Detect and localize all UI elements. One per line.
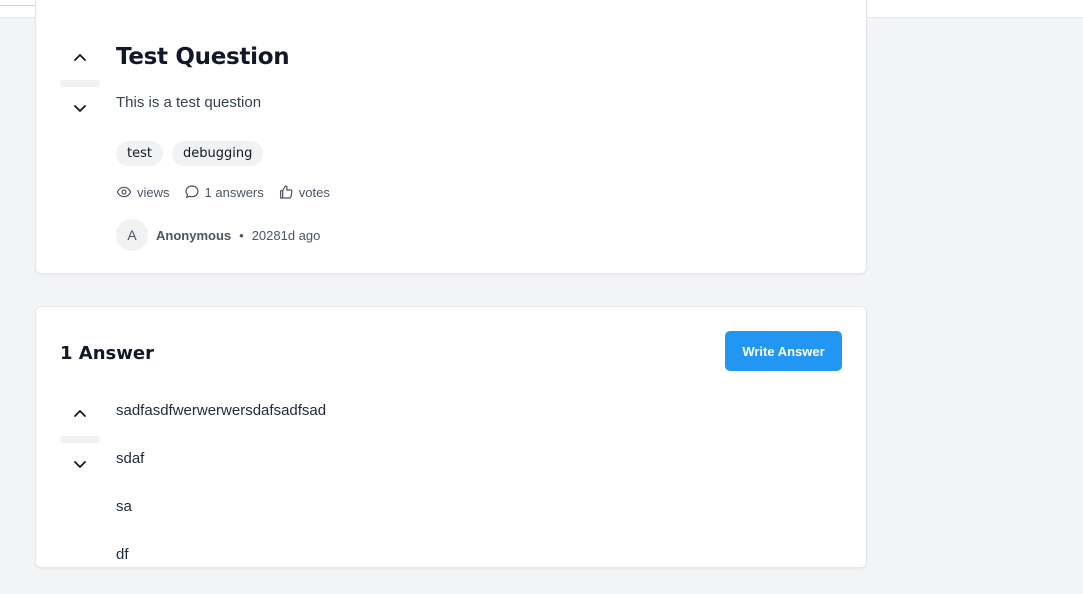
separator: • (239, 227, 244, 243)
post-time: 20281d ago (251, 227, 321, 243)
answer-line: sadfasdfwerwerwersdafsadfsad (116, 402, 327, 419)
vote-count (60, 436, 100, 443)
chevron-down-icon[interactable] (70, 455, 90, 475)
avatar[interactable]: A (116, 219, 148, 251)
answer-line: sa (116, 498, 132, 515)
question-card: Test Question This is a test question te… (35, 0, 867, 274)
tag[interactable]: test (116, 141, 163, 166)
chevron-up-icon[interactable] (70, 47, 90, 67)
comment-icon (184, 185, 199, 198)
answers-stat: 1 answers (184, 184, 264, 200)
question-body: This is a test question (116, 94, 262, 111)
author-info: A Anonymous • 20281d ago (116, 219, 320, 251)
answer-body: sadfasdfwerwerwersdafsadfsad sdaf sa df (116, 402, 326, 594)
vote-count (60, 80, 100, 87)
eye-icon (116, 186, 132, 198)
answers-label: 1 answers (204, 184, 264, 200)
question-stats: views 1 answers votes (116, 184, 330, 200)
thumbs-up-icon (279, 185, 293, 199)
tag[interactable]: debugging (171, 141, 264, 166)
question-title: Test Question (116, 44, 290, 70)
answers-heading: 1 Answer (60, 343, 154, 364)
votes-label: votes (298, 184, 330, 200)
votes-stat: votes (278, 184, 330, 200)
views-label: views (137, 184, 170, 200)
answer-line: df (116, 546, 129, 563)
answers-card: 1 Answer Write Answer sadfasdfwerwerwers… (35, 306, 867, 568)
tag-list: test debugging (116, 141, 264, 166)
views-stat: views (116, 184, 170, 200)
write-answer-button[interactable]: Write Answer (725, 331, 842, 371)
chevron-down-icon[interactable] (70, 99, 90, 119)
chevron-up-icon[interactable] (70, 403, 90, 423)
answer-line: sdaf (116, 450, 145, 467)
author-name[interactable]: Anonymous (156, 228, 231, 243)
